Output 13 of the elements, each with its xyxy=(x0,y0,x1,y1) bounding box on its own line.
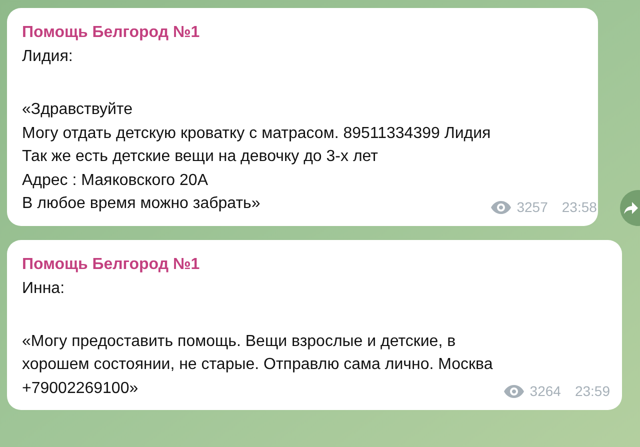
sender-name: Помощь Белгород №1 xyxy=(22,23,200,43)
message-text: «Могу предоставить помощь. Вещи взрослые и детские, в хорошем состоянии, не старые. Отправлю сама лично. Москва +79002269100» xyxy=(22,332,493,398)
message-text: «Здравствуйте Могу отдать детскую кроватку с матрасом. 89511334399 Лидия Так же есть детские вещи на девочку до 3-х лет Адрес : Маяковского 20А В любое время можно забрать» xyxy=(22,100,491,214)
message-time: 23:59 xyxy=(574,382,610,401)
eye-icon xyxy=(490,200,511,214)
author-name: Лидия: xyxy=(22,47,73,67)
forward-icon xyxy=(624,202,638,214)
message-time: 23:58 xyxy=(562,198,597,216)
sender-name: Помощь Белгород №1 xyxy=(22,254,200,274)
author-name: Инна: xyxy=(22,278,65,298)
eye-icon xyxy=(504,385,524,398)
view-count: 3257 xyxy=(516,198,548,216)
view-count: 3264 xyxy=(530,382,561,401)
